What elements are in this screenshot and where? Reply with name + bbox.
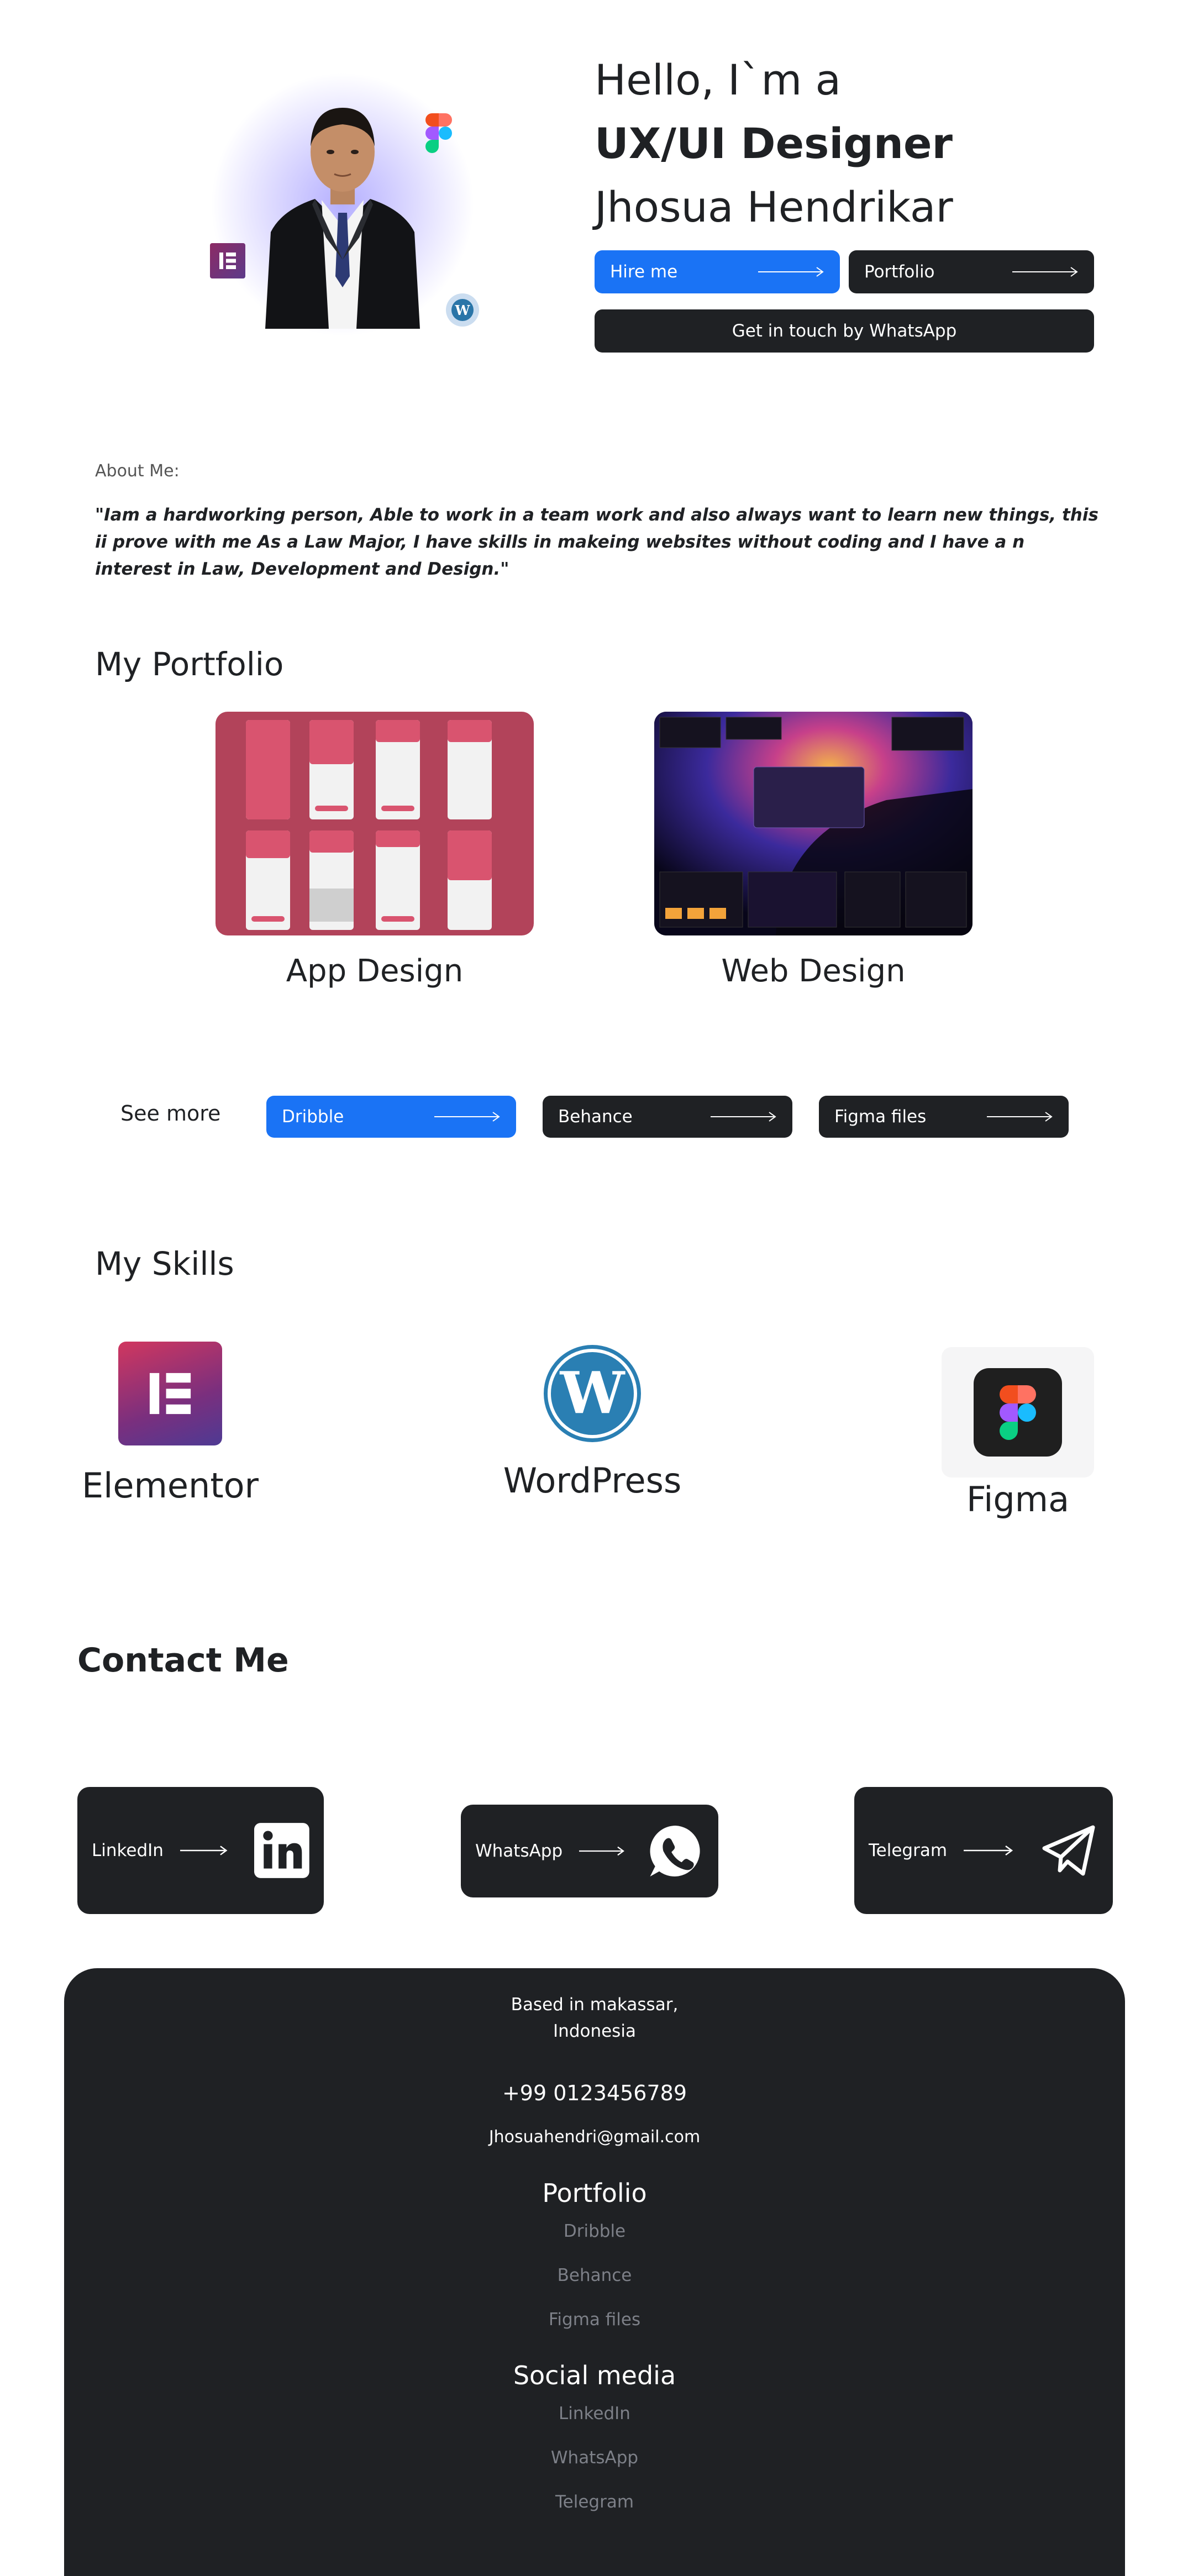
arrow-right-icon	[964, 1845, 1013, 1856]
footer-link-dribbble[interactable]: Dribble	[64, 2221, 1125, 2241]
dribbble-label: Dribble	[282, 1107, 344, 1127]
footer: Based in makassar, Indonesia +99 0123456…	[64, 1968, 1125, 2576]
linkedin-icon	[254, 1823, 309, 1878]
footer-link-behance[interactable]: Behance	[64, 2265, 1125, 2285]
portfolio-button-label: Portfolio	[864, 262, 935, 282]
behance-button[interactable]: Behance	[543, 1096, 792, 1138]
about-label: About Me:	[95, 461, 180, 481]
web-design-thumbnail	[654, 712, 973, 935]
about-quote: "Iam a hardworking person, Able to work …	[95, 505, 1098, 579]
web-design-card[interactable]	[654, 712, 973, 935]
footer-link-figma-files[interactable]: Figma files	[64, 2310, 1125, 2330]
profile-photo	[265, 108, 420, 329]
skill-label-figma: Figma	[966, 1479, 1070, 1520]
web-design-label: Web Design	[721, 953, 906, 989]
footer-location-line2: Indonesia	[553, 2021, 636, 2041]
footer-portfolio-title: Portfolio	[542, 2178, 647, 2208]
see-more-label: See more	[120, 1101, 221, 1126]
arrow-right-icon	[711, 1112, 776, 1122]
figma-icon	[942, 1347, 1094, 1478]
svg-text:W: W	[455, 302, 471, 318]
whatsapp-cta-label: Get in touch by WhatsApp	[732, 321, 957, 341]
portfolio-button[interactable]: Portfolio	[849, 250, 1094, 293]
linkedin-card[interactable]: LinkedIn	[77, 1787, 324, 1914]
dribbble-button[interactable]: Dribble	[266, 1096, 516, 1138]
hire-me-label: Hire me	[610, 262, 678, 282]
footer-location-line1: Based in makassar,	[511, 1995, 679, 2015]
behance-label: Behance	[558, 1107, 633, 1127]
whatsapp-icon	[650, 1826, 700, 1876]
hero-name: Jhosua Hendrikar	[595, 182, 953, 232]
footer-phone[interactable]: +99 0123456789	[64, 2081, 1125, 2105]
telegram-icon	[1042, 1825, 1095, 1876]
hero-role: UX/UI Designer	[595, 119, 953, 168]
footer-email[interactable]: Jhosuahendri@gmail.com	[64, 2127, 1125, 2147]
contact-title: Contact Me	[77, 1641, 289, 1680]
arrow-right-icon	[180, 1846, 228, 1855]
whatsapp-card[interactable]: WhatsApp	[461, 1805, 718, 1897]
figma-small-icon	[425, 113, 452, 153]
arrow-right-icon	[758, 267, 824, 277]
svg-text:W: W	[560, 1359, 626, 1427]
elementor-icon	[118, 1342, 222, 1445]
arrow-right-icon	[987, 1112, 1053, 1122]
figma-files-label: Figma files	[834, 1107, 927, 1127]
app-design-thumbnail	[246, 720, 492, 930]
footer-link-whatsapp[interactable]: WhatsApp	[64, 2448, 1125, 2468]
telegram-label: Telegram	[869, 1841, 948, 1860]
app-design-card[interactable]	[215, 712, 534, 935]
hero-greeting: Hello, I`m a	[595, 55, 842, 104]
skill-label-wordpress: WordPress	[503, 1460, 682, 1501]
telegram-card[interactable]: Telegram	[854, 1787, 1113, 1914]
portfolio-title: My Portfolio	[95, 645, 284, 683]
footer-link-telegram[interactable]: Telegram	[64, 2492, 1125, 2512]
whatsapp-cta-button[interactable]: Get in touch by WhatsApp	[595, 309, 1094, 353]
arrow-right-icon	[1012, 267, 1078, 277]
linkedin-label: LinkedIn	[92, 1841, 164, 1860]
arrow-right-icon	[434, 1112, 500, 1122]
footer-social-title: Social media	[513, 2361, 676, 2390]
hire-me-button[interactable]: Hire me	[595, 250, 840, 293]
skill-label-elementor: Elementor	[81, 1465, 259, 1506]
app-design-label: App Design	[286, 953, 464, 989]
wordpress-small-icon: W	[446, 293, 479, 327]
wordpress-icon: W	[544, 1345, 641, 1442]
whatsapp-label: WhatsApp	[475, 1841, 563, 1861]
elementor-small-icon	[210, 243, 245, 278]
skills-title: My Skills	[95, 1245, 234, 1282]
figma-files-button[interactable]: Figma files	[819, 1096, 1069, 1138]
arrow-right-icon	[579, 1846, 625, 1856]
footer-link-linkedin[interactable]: LinkedIn	[64, 2404, 1125, 2423]
